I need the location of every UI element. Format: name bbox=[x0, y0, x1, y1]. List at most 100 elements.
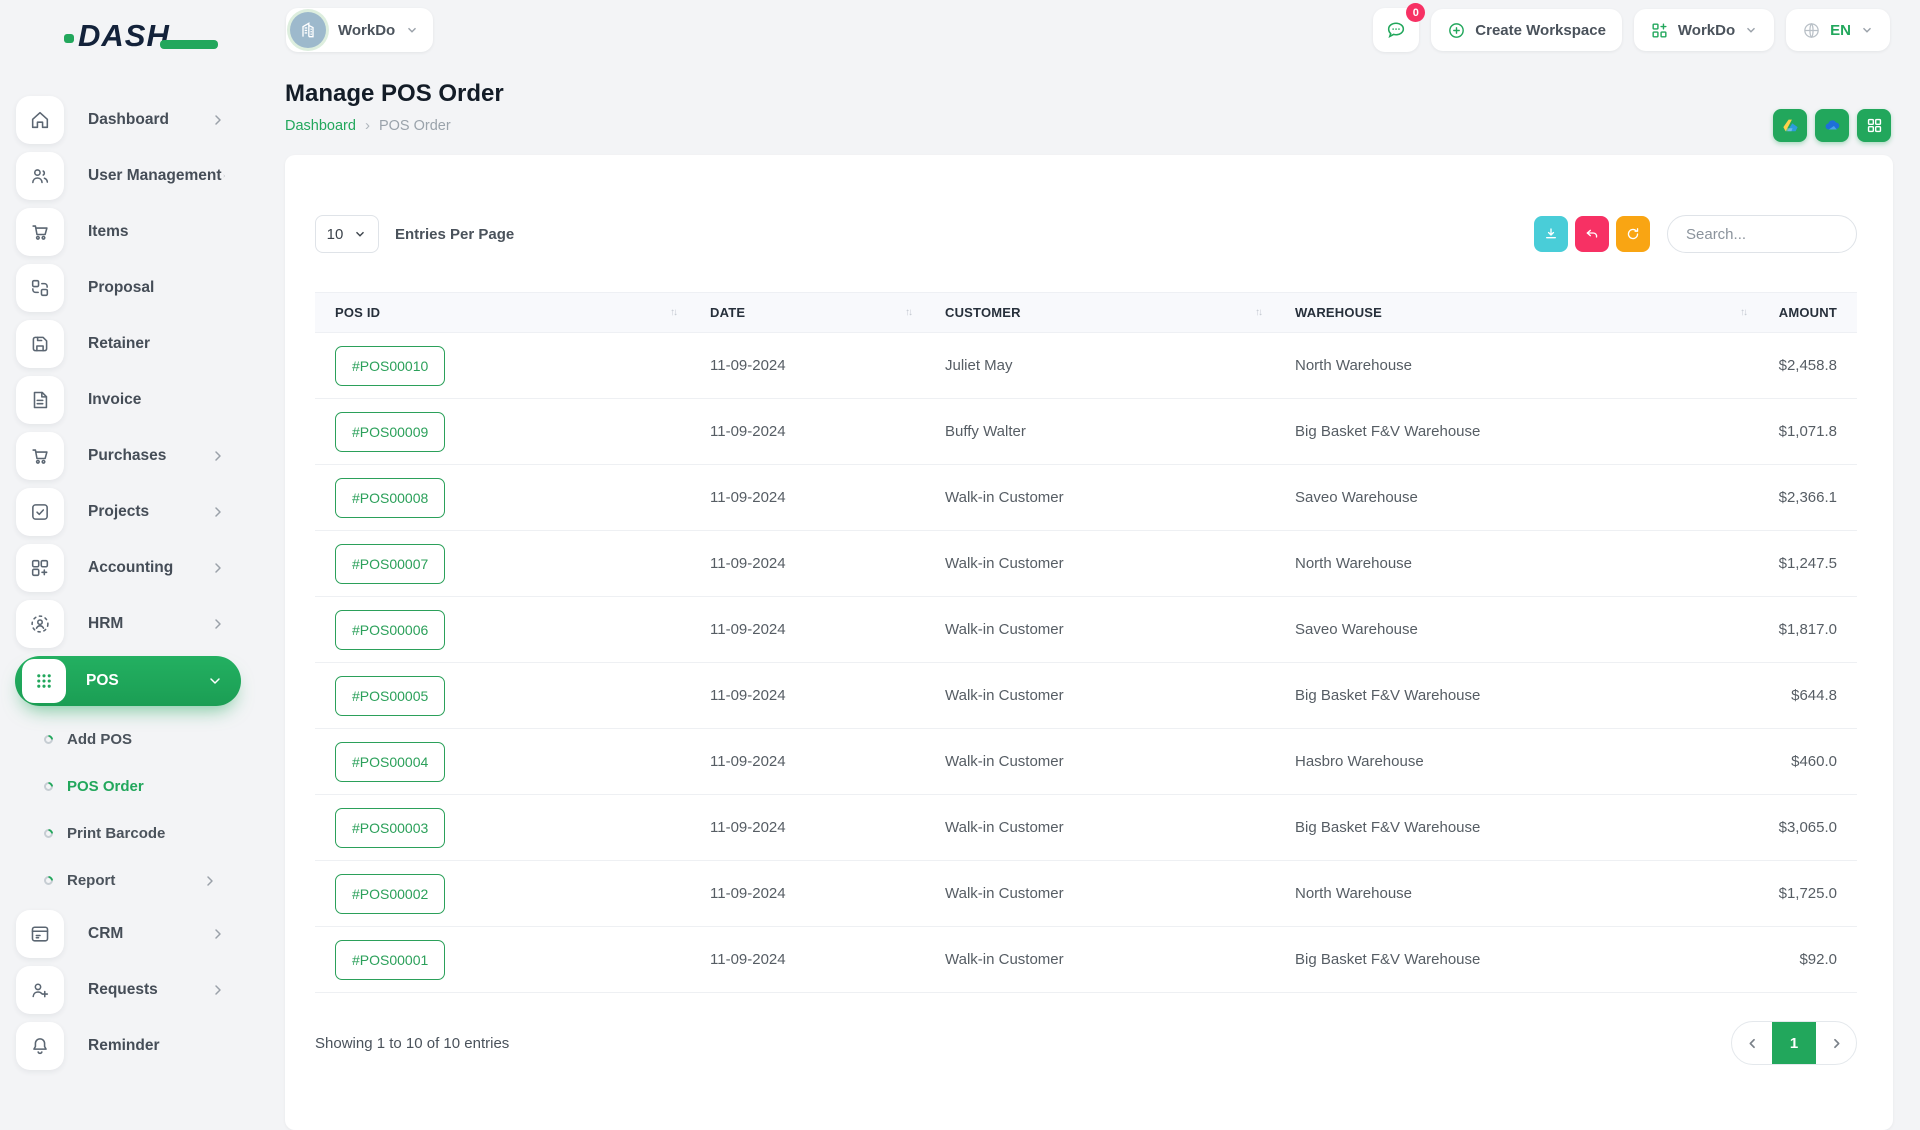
sidebar-item-retainer[interactable]: Retainer bbox=[16, 320, 240, 368]
table-row: #POS0000211-09-2024Walk-in CustomerNorth… bbox=[315, 861, 1857, 927]
breadcrumb-current: POS Order bbox=[379, 118, 451, 134]
chevron-down-icon bbox=[353, 227, 367, 241]
onedrive-icon bbox=[1823, 116, 1842, 135]
plus-circle-icon bbox=[1447, 21, 1466, 40]
bell-icon bbox=[16, 1022, 64, 1070]
column-header-warehouse[interactable]: WAREHOUSE↑↓ bbox=[1275, 293, 1760, 333]
sidebar-item-requests[interactable]: Requests bbox=[16, 966, 240, 1014]
sidebar-item-reminder[interactable]: Reminder bbox=[16, 1022, 240, 1070]
sidebar-item-proposal[interactable]: Proposal bbox=[16, 264, 240, 312]
cell-customer: Walk-in Customer bbox=[925, 531, 1275, 597]
home-icon bbox=[16, 96, 64, 144]
sidebar-subitem-pos-order[interactable]: POS Order bbox=[16, 763, 240, 810]
cell-warehouse: Saveo Warehouse bbox=[1275, 597, 1760, 663]
grid-view-button[interactable] bbox=[1857, 109, 1891, 142]
pos-id-link[interactable]: #POS00007 bbox=[335, 544, 445, 584]
column-label: WAREHOUSE bbox=[1295, 305, 1382, 320]
workspace-selector[interactable]: WorkDo bbox=[286, 8, 433, 52]
column-header-customer[interactable]: CUSTOMER↑↓ bbox=[925, 293, 1275, 333]
chevron-right-icon bbox=[210, 926, 226, 942]
sidebar-item-label: HRM bbox=[88, 615, 210, 633]
language-selector[interactable]: EN bbox=[1786, 9, 1890, 51]
cell-date: 11-09-2024 bbox=[690, 927, 925, 993]
previous-page-button[interactable] bbox=[1732, 1022, 1772, 1064]
sidebar-item-label: Invoice bbox=[88, 391, 240, 409]
sidebar-subitem-report[interactable]: Report bbox=[16, 857, 240, 904]
cell-amount: $2,458.8 bbox=[1760, 333, 1857, 399]
breadcrumb-dashboard-link[interactable]: Dashboard bbox=[285, 118, 356, 134]
chat-icon bbox=[1385, 19, 1407, 41]
onedrive-button[interactable] bbox=[1815, 109, 1849, 142]
sidebar-item-user-management[interactable]: User Management bbox=[16, 152, 240, 200]
export-button[interactable] bbox=[1534, 216, 1568, 252]
sidebar-submenu-pos: Add POSPOS OrderPrint BarcodeReport bbox=[16, 716, 240, 904]
pos-id-link[interactable]: #POS00005 bbox=[335, 676, 445, 716]
cell-date: 11-09-2024 bbox=[690, 861, 925, 927]
sidebar-item-accounting[interactable]: Accounting bbox=[16, 544, 240, 592]
cell-amount: $2,366.1 bbox=[1760, 465, 1857, 531]
download-icon bbox=[1543, 226, 1559, 242]
bullet-icon bbox=[42, 733, 55, 746]
pos-id-link[interactable]: #POS00009 bbox=[335, 412, 445, 452]
cell-warehouse: North Warehouse bbox=[1275, 531, 1760, 597]
sidebar-item-crm[interactable]: CRM bbox=[16, 910, 240, 958]
projects-icon bbox=[16, 488, 64, 536]
pos-id-link[interactable]: #POS00002 bbox=[335, 874, 445, 914]
sidebar-item-label: Purchases bbox=[88, 447, 210, 465]
workdo-menu-button[interactable]: WorkDo bbox=[1634, 9, 1774, 51]
column-header-date[interactable]: DATE↑↓ bbox=[690, 293, 925, 333]
sidebar-item-label: Proposal bbox=[88, 279, 240, 297]
sidebar-item-hrm[interactable]: HRM bbox=[16, 600, 240, 648]
column-header-pos-id[interactable]: POS ID↑↓ bbox=[315, 293, 690, 333]
hrm-icon bbox=[16, 600, 64, 648]
sidebar-nav: Dashboard User Management Items Proposal Ret… bbox=[0, 96, 256, 1078]
pos-id-link[interactable]: #POS00001 bbox=[335, 940, 445, 980]
table-row: #POS0000811-09-2024Walk-in CustomerSaveo… bbox=[315, 465, 1857, 531]
pos-id-link[interactable]: #POS00010 bbox=[335, 346, 445, 386]
chevron-right-icon bbox=[210, 112, 226, 128]
page-1-button[interactable]: 1 bbox=[1772, 1022, 1816, 1064]
refresh-button[interactable] bbox=[1616, 216, 1650, 252]
entries-per-page-value: 10 bbox=[327, 226, 344, 243]
sidebar-subitem-add-pos[interactable]: Add POS bbox=[16, 716, 240, 763]
sidebar-item-label: CRM bbox=[88, 925, 210, 943]
pos-grid-icon bbox=[22, 659, 66, 703]
sidebar-item-purchases[interactable]: Purchases bbox=[16, 432, 240, 480]
entries-per-page-select[interactable]: 10 bbox=[315, 215, 379, 253]
cell-customer: Walk-in Customer bbox=[925, 927, 1275, 993]
sidebar-subitem-print-barcode[interactable]: Print Barcode bbox=[16, 810, 240, 857]
sidebar-item-pos[interactable]: POS bbox=[15, 656, 241, 706]
search-input[interactable] bbox=[1667, 215, 1857, 253]
cell-warehouse: Big Basket F&V Warehouse bbox=[1275, 663, 1760, 729]
column-header-amount[interactable]: AMOUNT bbox=[1760, 293, 1857, 333]
chevron-left-icon bbox=[1745, 1036, 1760, 1051]
sidebar-item-projects[interactable]: Projects bbox=[16, 488, 240, 536]
table-row: #POS0000411-09-2024Walk-in CustomerHasbr… bbox=[315, 729, 1857, 795]
pos-id-link[interactable]: #POS00004 bbox=[335, 742, 445, 782]
cell-customer: Buffy Walter bbox=[925, 399, 1275, 465]
pos-id-link[interactable]: #POS00008 bbox=[335, 478, 445, 518]
google-drive-icon bbox=[1781, 116, 1800, 135]
pos-id-link[interactable]: #POS00003 bbox=[335, 808, 445, 848]
next-page-button[interactable] bbox=[1816, 1022, 1856, 1064]
sidebar-item-dashboard[interactable]: Dashboard bbox=[16, 96, 240, 144]
sidebar-item-invoice[interactable]: Invoice bbox=[16, 376, 240, 424]
cell-warehouse: North Warehouse bbox=[1275, 333, 1760, 399]
chevron-right-icon bbox=[1829, 1036, 1844, 1051]
cart-icon bbox=[16, 208, 64, 256]
create-workspace-button[interactable]: Create Workspace bbox=[1431, 9, 1622, 51]
column-label: POS ID bbox=[335, 305, 380, 320]
sort-icon: ↑↓ bbox=[905, 307, 911, 318]
globe-icon bbox=[1802, 21, 1821, 40]
pos-id-link[interactable]: #POS00006 bbox=[335, 610, 445, 650]
cell-amount: $92.0 bbox=[1760, 927, 1857, 993]
cell-date: 11-09-2024 bbox=[690, 465, 925, 531]
google-drive-button[interactable] bbox=[1773, 109, 1807, 142]
brand-logo[interactable]: DASH bbox=[64, 18, 170, 54]
cell-customer: Walk-in Customer bbox=[925, 597, 1275, 663]
messages-button[interactable]: 0 bbox=[1373, 8, 1419, 52]
chevron-down-icon bbox=[1744, 23, 1758, 37]
cell-amount: $1,247.5 bbox=[1760, 531, 1857, 597]
sidebar-item-items[interactable]: Items bbox=[16, 208, 240, 256]
reset-button[interactable] bbox=[1575, 216, 1609, 252]
